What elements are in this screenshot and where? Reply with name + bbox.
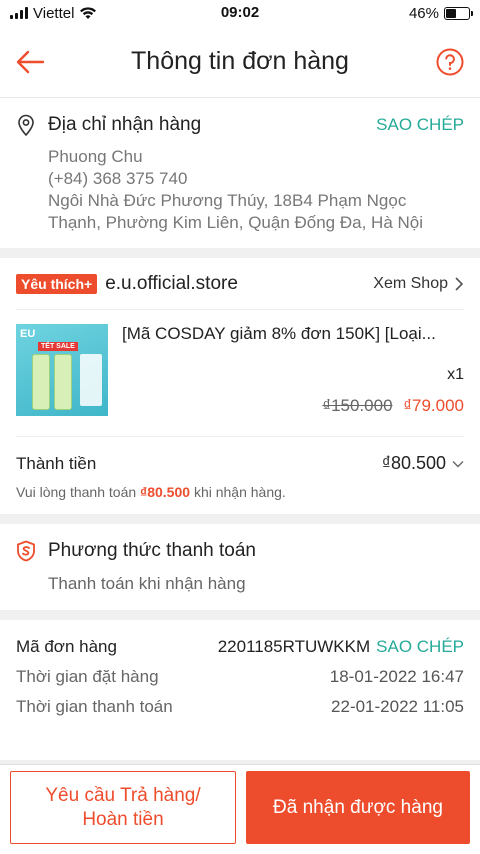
product-thumbnail: EU TẾT SALE (16, 324, 108, 416)
order-placed-row: Thời gian đặt hàng 18-01-2022 16:47 (16, 662, 464, 692)
battery-icon (444, 6, 473, 20)
copy-address-button[interactable]: SAO CHÉP (376, 115, 464, 135)
payment-title: Phương thức thanh toán (48, 540, 256, 561)
view-shop-label: Xem Shop (373, 274, 448, 292)
thumb-brand: EU (20, 328, 36, 340)
note-amount: ₫80.500 (140, 484, 191, 500)
arrow-left-icon (16, 50, 45, 73)
order-placed-label: Thời gian đặt hàng (16, 667, 159, 686)
status-bar: Viettel 09:02 46% (0, 0, 480, 26)
chevron-down-icon (452, 460, 464, 467)
total-label: Thành tiền (16, 453, 97, 473)
back-button[interactable] (14, 46, 46, 78)
total-value: ₫80.500 (381, 453, 446, 473)
order-paid-label: Thời gian thanh toán (16, 697, 173, 716)
return-refund-line-1: Yêu cầu Trả hàng/ (45, 784, 201, 806)
address-line-2: Thạnh, Phường Kim Liên, Quận Đống Đa, Hà… (48, 213, 424, 232)
status-right: 46% (408, 4, 473, 22)
payment-section: Phương thức thanh toán Thanh toán khi nh… (0, 524, 480, 610)
shopee-s-icon (17, 540, 35, 562)
original-price: ₫150.000 (322, 396, 393, 415)
signal-icon (10, 7, 28, 19)
carrier-name: Viettel (33, 4, 75, 22)
order-id-label: Mã đơn hàng (16, 637, 117, 656)
favorite-badge: Yêu thích+ (16, 273, 98, 294)
recipient-name: Phuong Chu (48, 147, 143, 166)
order-placed-value: 18-01-2022 16:47 (329, 667, 464, 686)
product-prices: ₫150.000 ₫79.000 (122, 396, 464, 416)
sale-price: ₫79.000 (403, 396, 464, 415)
battery-fill (446, 8, 457, 18)
shop-section: Yêu thích+ e.u.official.store Xem Shop E… (0, 258, 480, 514)
payment-note: Vui lòng thanh toán ₫80.500 khi nhận hàn… (16, 484, 464, 500)
order-received-button[interactable]: Đã nhận được hàng (246, 771, 470, 844)
product-name: [Mã COSDAY giảm 8% đơn 150K] [Loại... (122, 324, 436, 343)
address-section: Địa chỉ nhận hàng SAO CHÉP Phuong Chu (+… (0, 98, 480, 248)
product-quantity: x1 (447, 366, 464, 383)
view-shop-button[interactable]: Xem Shop (373, 275, 464, 293)
order-info-section: Mã đơn hàng 2201185RTUWKKM SAO CHÉP Thời… (0, 620, 480, 760)
help-button[interactable] (434, 46, 466, 78)
order-id-value: 2201185RTUWKKM (217, 637, 371, 656)
product-tube-shape (32, 354, 50, 410)
shop-name[interactable]: e.u.official.store (105, 273, 238, 295)
product-card-shape (80, 354, 102, 406)
order-paid-row: Thời gian thanh toán 22-01-2022 11:05 (16, 692, 464, 722)
note-prefix: Vui lòng thanh toán (16, 484, 137, 500)
recipient-phone: (+84) 368 375 740 (48, 169, 188, 188)
address-details: Phuong Chu (+84) 368 375 740 Ngôi Nhà Đứ… (16, 146, 464, 234)
order-paid-value: 22-01-2022 11:05 (331, 697, 464, 716)
bottom-action-bar: Yêu cầu Trả hàng/ Hoàn tiền Đã nhận được… (0, 764, 480, 854)
payment-method: Thanh toán khi nhận hàng (48, 574, 246, 593)
total-toggle[interactable]: ₫80.500 (382, 453, 464, 474)
address-line-1: Ngôi Nhà Đức Phương Thúy, 18B4 Phạm Ngọc (48, 191, 407, 210)
page-title: Thông tin đơn hàng (131, 47, 349, 75)
return-refund-line-2: Hoàn tiền (82, 808, 164, 830)
location-pin-icon (18, 114, 34, 136)
return-refund-label: Yêu cầu Trả hàng/ Hoàn tiền (45, 784, 200, 832)
status-left: Viettel (10, 5, 97, 22)
product-item[interactable]: EU TẾT SALE [Mã COSDAY giảm 8% đơn 150K]… (16, 310, 464, 437)
note-suffix: khi nhận hàng. (193, 484, 286, 500)
address-title: Địa chỉ nhận hàng (48, 114, 202, 135)
order-total: Thành tiền ₫80.500 Vui lòng thanh toán ₫… (16, 437, 464, 514)
thumb-tag: TẾT SALE (38, 342, 78, 351)
return-refund-button[interactable]: Yêu cầu Trả hàng/ Hoàn tiền (10, 771, 236, 844)
header: Thông tin đơn hàng (0, 26, 480, 98)
product-tube-shape (54, 354, 72, 410)
battery-percent: 46% (408, 4, 439, 22)
question-circle-icon (436, 48, 464, 75)
copy-order-id-button[interactable]: SAO CHÉP (376, 637, 464, 657)
chevron-right-icon (455, 276, 464, 291)
wifi-icon (80, 7, 97, 19)
order-id-row: Mã đơn hàng 2201185RTUWKKM SAO CHÉP (16, 632, 464, 662)
